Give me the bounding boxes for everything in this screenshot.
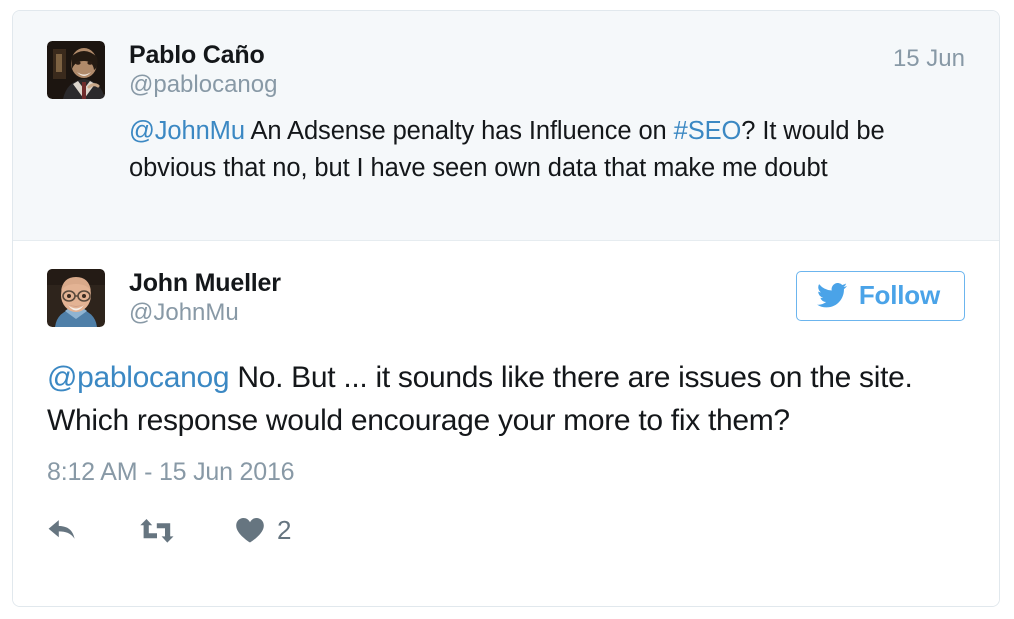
reply-action[interactable]: [47, 518, 79, 544]
tweet-embed-card: Pablo Caño @pablocanog 15 Jun @JohnMu An…: [12, 10, 1000, 607]
parent-tweet-identity: Pablo Caño @pablocanog: [129, 41, 875, 99]
like-action[interactable]: 2: [235, 515, 291, 546]
main-tweet-header: John Mueller @JohnMu Follow: [47, 269, 965, 327]
main-fullname[interactable]: John Mueller: [129, 269, 796, 297]
john-mueller-avatar[interactable]: [47, 269, 105, 327]
parent-text-segment-1: An Adsense penalty has Influence on: [244, 117, 674, 145]
parent-tweet-date[interactable]: 15 Jun: [893, 41, 965, 73]
like-count: 2: [277, 515, 292, 546]
parent-tweet[interactable]: Pablo Caño @pablocanog 15 Jun @JohnMu An…: [13, 11, 999, 241]
parent-tweet-header: Pablo Caño @pablocanog 15 Jun: [47, 41, 965, 99]
main-tweet-identity: John Mueller @JohnMu: [129, 269, 796, 327]
main-handle[interactable]: @JohnMu: [129, 299, 796, 327]
heart-icon: [235, 517, 265, 544]
parent-tweet-text: @JohnMu An Adsense penalty has Influence…: [129, 113, 965, 186]
retweet-icon: [139, 518, 175, 544]
tweet-actions: 2: [47, 515, 965, 546]
follow-button-label: Follow: [858, 280, 940, 310]
parent-handle[interactable]: @pablocanog: [129, 71, 875, 99]
mention-johnmu-link[interactable]: @JohnMu: [129, 117, 245, 145]
main-tweet-text: @pablocanog No. But ... it sounds like t…: [47, 357, 965, 442]
main-tweet[interactable]: John Mueller @JohnMu Follow @pablocanog …: [13, 241, 999, 606]
twitter-bird-icon: [816, 282, 847, 308]
mention-pablocanog-link[interactable]: @pablocanog: [47, 361, 230, 394]
hashtag-seo-link[interactable]: #SEO: [674, 117, 742, 145]
parent-fullname[interactable]: Pablo Caño: [129, 41, 875, 69]
reply-icon: [47, 518, 79, 544]
follow-button[interactable]: Follow: [795, 271, 965, 321]
pablo-cano-avatar[interactable]: [47, 41, 105, 99]
retweet-action[interactable]: [139, 518, 175, 544]
tweet-timestamp[interactable]: 8:12 AM - 15 Jun 2016: [47, 458, 965, 487]
